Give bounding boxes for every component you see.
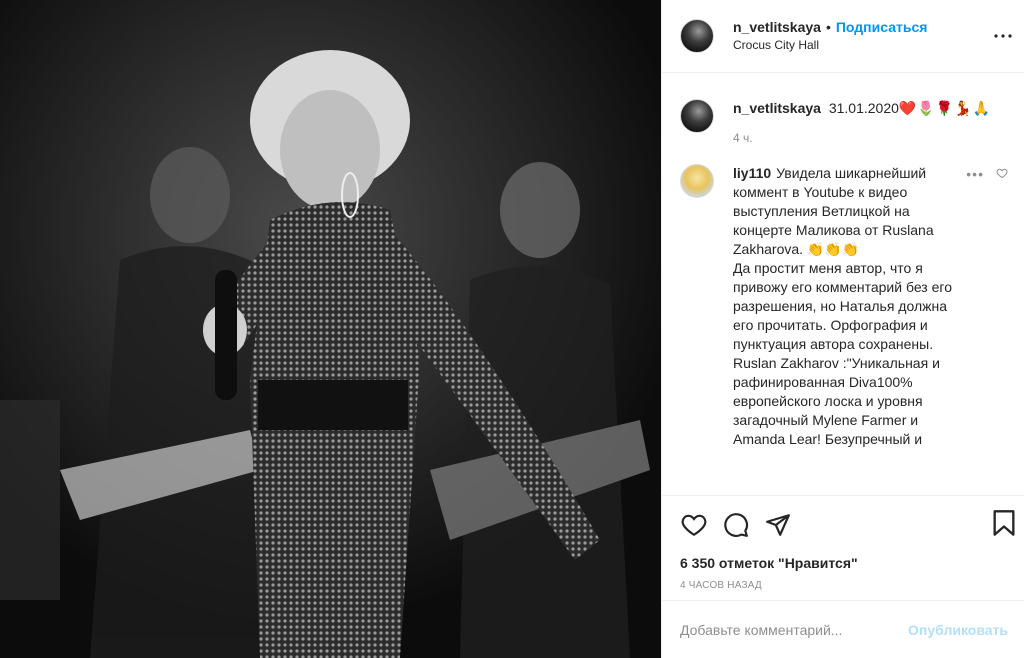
post-date[interactable]: 4 часов назад <box>662 573 1024 599</box>
caption-emojis: ❤️🌷🌹💃🙏 <box>898 100 992 116</box>
header-line: n_vetlitskaya • Подписаться <box>733 18 927 36</box>
comment-icon[interactable] <box>722 511 750 539</box>
commenter-username[interactable]: liy110 <box>733 165 771 181</box>
caption-date: 31.01.2020 <box>828 100 899 116</box>
publish-button[interactable]: Опубликовать <box>908 622 1008 638</box>
caption-body: n_vetlitskaya 31.01.2020❤️🌷🌹💃🙏 4 ч. <box>733 99 991 145</box>
heart-icon[interactable] <box>680 511 708 539</box>
caption-text: n_vetlitskaya 31.01.2020❤️🌷🌹💃🙏 <box>733 99 991 117</box>
heart-small-icon[interactable] <box>996 166 1008 182</box>
comment-input[interactable] <box>680 621 909 638</box>
header-text: n_vetlitskaya • Подписаться Crocus City … <box>733 18 927 54</box>
comments-list[interactable]: n_vetlitskaya 31.01.2020❤️🌷🌹💃🙏 4 ч. liy1… <box>662 73 1024 496</box>
caption-time[interactable]: 4 ч. <box>733 131 991 145</box>
bookmark-icon[interactable] <box>992 509 1016 540</box>
comment-more-button[interactable]: ••• <box>966 166 984 182</box>
post-header: n_vetlitskaya • Подписаться Crocus City … <box>662 0 1024 73</box>
follow-button[interactable]: Подписаться <box>836 18 928 36</box>
location-link[interactable]: Crocus City Hall <box>733 36 927 54</box>
caption-avatar[interactable] <box>680 99 714 133</box>
author-avatar[interactable] <box>680 19 714 53</box>
post-side-panel: n_vetlitskaya • Подписаться Crocus City … <box>661 0 1024 658</box>
caption-username[interactable]: n_vetlitskaya <box>733 100 821 116</box>
comment-actions: ••• <box>966 164 1008 184</box>
concert-photo <box>0 0 661 658</box>
comment-text: liy110 Увидела шикарнейший коммент в Yout… <box>733 164 959 449</box>
comment-text-part2: Да простит меня автор, что я привожу его… <box>733 260 952 447</box>
separator-dot: • <box>825 19 831 35</box>
add-comment-section: Опубликовать <box>662 600 1024 658</box>
likes-count[interactable]: 6 350 отметок "Нравится" <box>662 553 1024 573</box>
instagram-post: n_vetlitskaya • Подписаться Crocus City … <box>0 0 1024 658</box>
commenter-avatar[interactable] <box>680 164 714 198</box>
share-icon[interactable] <box>764 511 792 539</box>
post-actions <box>662 496 1024 553</box>
post-photo[interactable] <box>0 0 661 658</box>
more-horizontal-icon[interactable] <box>992 26 1014 46</box>
post-caption: n_vetlitskaya 31.01.2020❤️🌷🌹💃🙏 4 ч. <box>680 73 1008 145</box>
comment-item: liy110 Увидела шикарнейший коммент в Yout… <box>680 164 1008 449</box>
author-username[interactable]: n_vetlitskaya <box>733 18 821 36</box>
